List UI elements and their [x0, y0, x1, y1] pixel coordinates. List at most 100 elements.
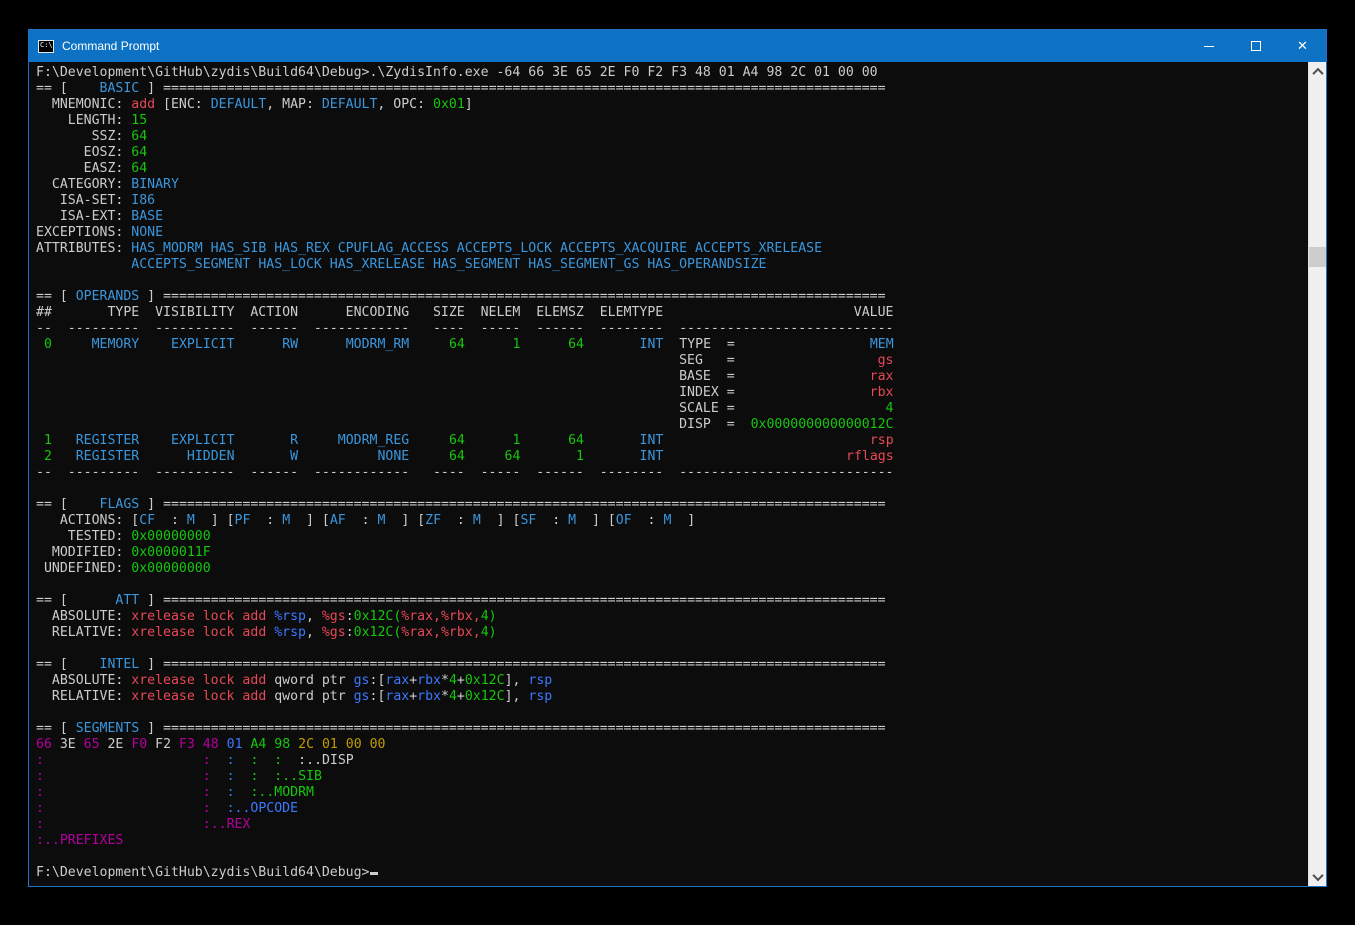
- text-segment: ]: [139, 289, 163, 304]
- text-segment: 64: [131, 161, 147, 176]
- terminal-line: UNDEFINED: 0x00000000: [36, 561, 1307, 577]
- text-segment: == [: [36, 721, 76, 736]
- text-segment: 4: [449, 673, 457, 688]
- terminal-line: [36, 577, 1307, 593]
- text-segment: ]: [139, 81, 163, 96]
- text-segment: F3 48: [179, 737, 219, 752]
- terminal-line: == [ FLAGS ] ===========================…: [36, 497, 1307, 513]
- terminal-line: 66 3E 65 2E F0 F2 F3 48 01 A4 98 2C 01 0…: [36, 737, 1307, 753]
- terminal-line: == [ INTEL ] ===========================…: [36, 657, 1307, 673]
- text-segment: xrelease lock add: [131, 673, 274, 688]
- text-segment: %rsp: [274, 625, 306, 640]
- spacer: [520, 433, 536, 448]
- text-segment: BASE =: [679, 369, 735, 384]
- scrollbar[interactable]: [1308, 62, 1326, 886]
- text-segment: 64: [131, 145, 147, 160]
- titlebar[interactable]: C:\ Command Prompt ✕: [29, 30, 1326, 62]
- terminal-line: SCALE = 4: [36, 401, 1307, 417]
- text-segment: rax: [385, 689, 409, 704]
- text-segment: ] [: [481, 513, 521, 528]
- text-segment: AF: [330, 513, 346, 528]
- text-segment: == [: [36, 657, 76, 672]
- spacer: [735, 385, 870, 400]
- text-segment: 0x000000000000012C: [751, 417, 894, 432]
- text-segment: *: [441, 689, 449, 704]
- terminal-line: MNEMONIC: add [ENC: DEFAULT, MAP: DEFAUL…: [36, 97, 1307, 113]
- text-segment: rsp: [528, 689, 552, 704]
- spacer: [584, 433, 600, 448]
- text-segment: add: [131, 97, 155, 112]
- text-segment: ZF: [425, 513, 441, 528]
- text-segment: 0x00000000: [131, 529, 210, 544]
- text-segment: 64: [433, 433, 465, 448]
- close-button[interactable]: ✕: [1279, 30, 1326, 62]
- text-segment: %rax,%rbx,: [401, 609, 480, 624]
- text-segment: F2: [147, 737, 179, 752]
- text-segment: R: [250, 433, 298, 448]
- text-segment: MODRM_REG: [314, 433, 409, 448]
- terminal-line: : :..REX: [36, 817, 1307, 833]
- text-segment: RELATIVE:: [36, 689, 131, 704]
- spacer: [258, 753, 274, 768]
- terminal-line: [36, 705, 1307, 721]
- cmd-icon[interactable]: C:\: [38, 40, 54, 53]
- text-segment: 1: [36, 433, 52, 448]
- terminal-line: RELATIVE: xrelease lock add %rsp, %gs:0x…: [36, 625, 1307, 641]
- terminal-line: EXCEPTIONS: NONE: [36, 225, 1307, 241]
- text-segment: rsp: [528, 673, 552, 688]
- spacer: [584, 449, 600, 464]
- terminal-line: [36, 273, 1307, 289]
- text-segment: HIDDEN: [155, 449, 234, 464]
- spacer: [139, 449, 155, 464]
- terminal-line: F:\Development\GitHub\zydis\Build64\Debu…: [36, 65, 1307, 81]
- terminal-line: RELATIVE: xrelease lock add qword ptr gs…: [36, 689, 1307, 705]
- text-segment: +: [457, 673, 465, 688]
- spacer: [36, 385, 679, 400]
- terminal-line: EASZ: 64: [36, 161, 1307, 177]
- spacer: [36, 353, 679, 368]
- spacer: [465, 433, 481, 448]
- chevron-down-icon: [1312, 869, 1323, 880]
- text-segment: 1: [536, 449, 584, 464]
- text-segment: NONE: [131, 225, 163, 240]
- window-controls: ✕: [1185, 30, 1326, 62]
- text-segment: :: [203, 801, 211, 816]
- text-segment: ]: [139, 593, 163, 608]
- minimize-button[interactable]: [1185, 30, 1232, 62]
- spacer: [235, 449, 251, 464]
- spacer: [44, 785, 203, 800]
- text-segment: ]: [671, 513, 695, 528]
- text-segment: ISA-EXT:: [36, 209, 131, 224]
- spacer: [36, 257, 131, 272]
- text-segment: MNEMONIC:: [36, 97, 131, 112]
- maximize-button[interactable]: [1232, 30, 1279, 62]
- text-segment: SEG =: [679, 353, 735, 368]
- text-segment: MODIFIED:: [36, 545, 131, 560]
- text-segment: :: [36, 785, 44, 800]
- terminal-line: SSZ: 64: [36, 129, 1307, 145]
- scroll-down-button[interactable]: [1309, 868, 1326, 885]
- text-segment: TYPE =: [679, 337, 735, 352]
- text-segment: %gs: [322, 625, 346, 640]
- terminal-line: INDEX = rbx: [36, 385, 1307, 401]
- terminal-line: : : :..OPCODE: [36, 801, 1307, 817]
- text-segment: ]: [139, 721, 163, 736]
- text-segment: :: [227, 769, 235, 784]
- spacer: [139, 337, 155, 352]
- text-segment: I86: [131, 193, 155, 208]
- text-segment: 01: [227, 737, 243, 752]
- text-segment: PF: [235, 513, 251, 528]
- spacer: [409, 433, 433, 448]
- terminal-line: : : : :..MODRM: [36, 785, 1307, 801]
- text-segment: :: [227, 753, 235, 768]
- text-segment: 2C 01 00 00: [298, 737, 385, 752]
- terminal-line: -- --------- ---------- ------ ---------…: [36, 321, 1307, 337]
- scrollbar-thumb[interactable]: [1309, 247, 1326, 267]
- text-segment: 64: [433, 337, 465, 352]
- scroll-up-button[interactable]: [1309, 63, 1326, 80]
- text-segment: :: [441, 513, 473, 528]
- text-segment: gs: [354, 689, 370, 704]
- separator: ========================================…: [163, 657, 886, 672]
- command-prompt-window: C:\ Command Prompt ✕ F:\Development\GitH…: [28, 29, 1327, 887]
- text-segment: rsp: [870, 433, 894, 448]
